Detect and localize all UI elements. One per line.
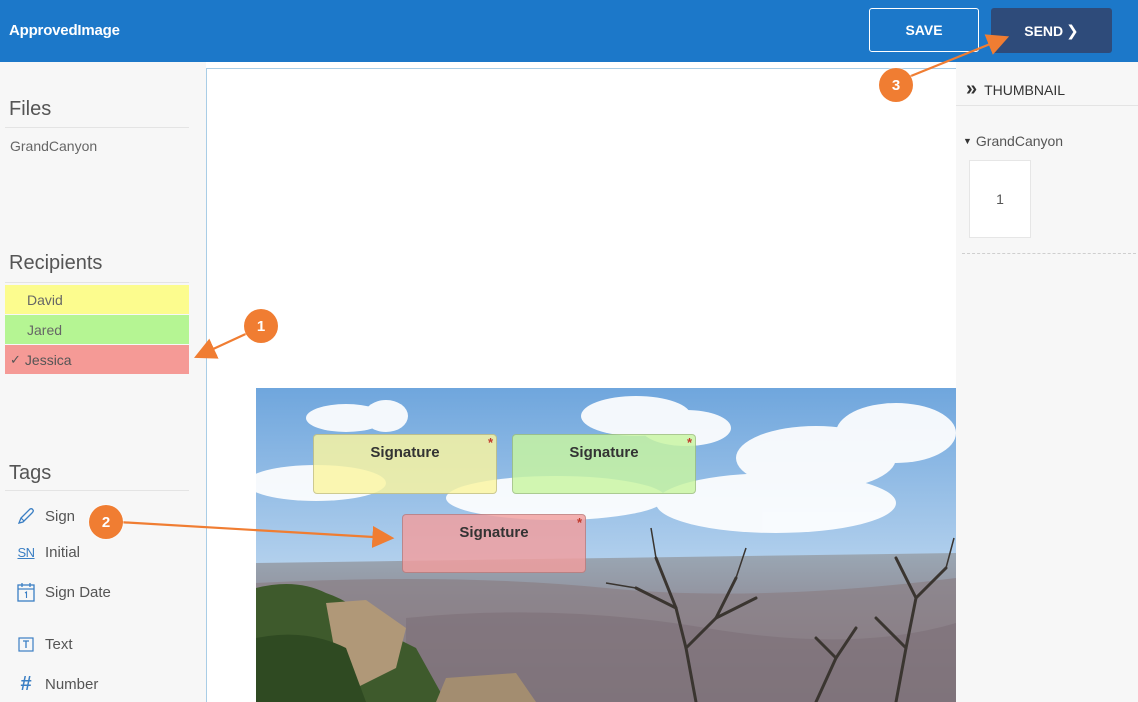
initial-icon-text: SN [17,545,35,560]
divider [5,127,189,128]
page-thumbnail[interactable]: 1 [969,160,1031,238]
send-button[interactable]: SEND ❯ [991,8,1112,53]
left-sidebar: Files GrandCanyon Recipients David Jared… [0,62,206,702]
recipient-name: Jared [27,321,63,338]
tag-initial[interactable]: SN Initial [15,544,80,561]
signature-label: Signature [569,444,639,461]
save-button[interactable]: SAVE [869,8,979,52]
required-mark: * [487,435,493,450]
signature-label: Signature [459,524,529,541]
initial-icon: SN [15,545,37,560]
thumbnail-header[interactable]: » THUMBNAIL [956,74,1138,106]
tag-sign-date[interactable]: Sign Date [15,581,111,603]
divider [5,282,189,283]
send-label: SEND [1024,22,1064,39]
calendar-icon [15,581,37,603]
tag-label: Sign Date [45,583,111,601]
file-item[interactable]: GrandCanyon [10,138,97,154]
tag-label: Number [45,676,99,693]
double-chevron-right-icon[interactable]: » [966,78,977,101]
right-sidebar: » THUMBNAIL ▼ GrandCanyon 1 [956,62,1138,702]
recipient-jared[interactable]: Jared [5,315,189,344]
hash-icon: # [20,673,32,695]
tag-label: Text [45,635,73,653]
top-bar: ApprovedImage SAVE SEND ❯ [0,0,1138,62]
tags-heading: Tags [9,462,52,484]
tag-label: Initial [45,544,81,561]
annotation-badge-3: 3 [879,68,913,102]
required-mark: * [576,515,582,530]
chevron-right-icon: ❯ [1066,22,1079,40]
signature-field-jared[interactable]: Signature * [512,434,696,494]
signature-field-david[interactable]: Signature * [313,434,497,494]
recipients-heading: Recipients [9,252,103,274]
signature-field-jessica[interactable]: Signature * [402,514,586,573]
divider [5,490,189,491]
recipient-name: David [27,291,63,308]
recipient-david[interactable]: David [5,285,189,314]
pen-icon [15,506,37,526]
thumbnail-file-label: GrandCanyon [975,133,1064,149]
recipient-jessica[interactable]: ✓ Jessica [5,345,189,374]
tag-text[interactable]: Text [15,635,73,653]
files-heading: Files [9,98,52,120]
check-icon: ✓ [10,351,21,367]
thumbnail-file-node[interactable]: ▼ GrandCanyon [963,133,1063,149]
tag-number[interactable]: # Number [15,673,98,696]
annotation-badge-1: 1 [244,309,278,343]
recipient-name: Jessica [24,351,72,368]
annotation-badge-2: 2 [89,505,123,539]
tag-sign[interactable]: Sign [15,506,75,526]
text-field-icon [15,635,37,653]
signature-label: Signature [370,444,440,461]
caret-down-icon: ▼ [963,136,972,146]
app-title: ApprovedImage [9,22,120,39]
tag-label: Sign [45,507,76,525]
thumbnail-title: THUMBNAIL [984,81,1066,98]
required-mark: * [686,435,692,450]
divider [962,253,1136,254]
